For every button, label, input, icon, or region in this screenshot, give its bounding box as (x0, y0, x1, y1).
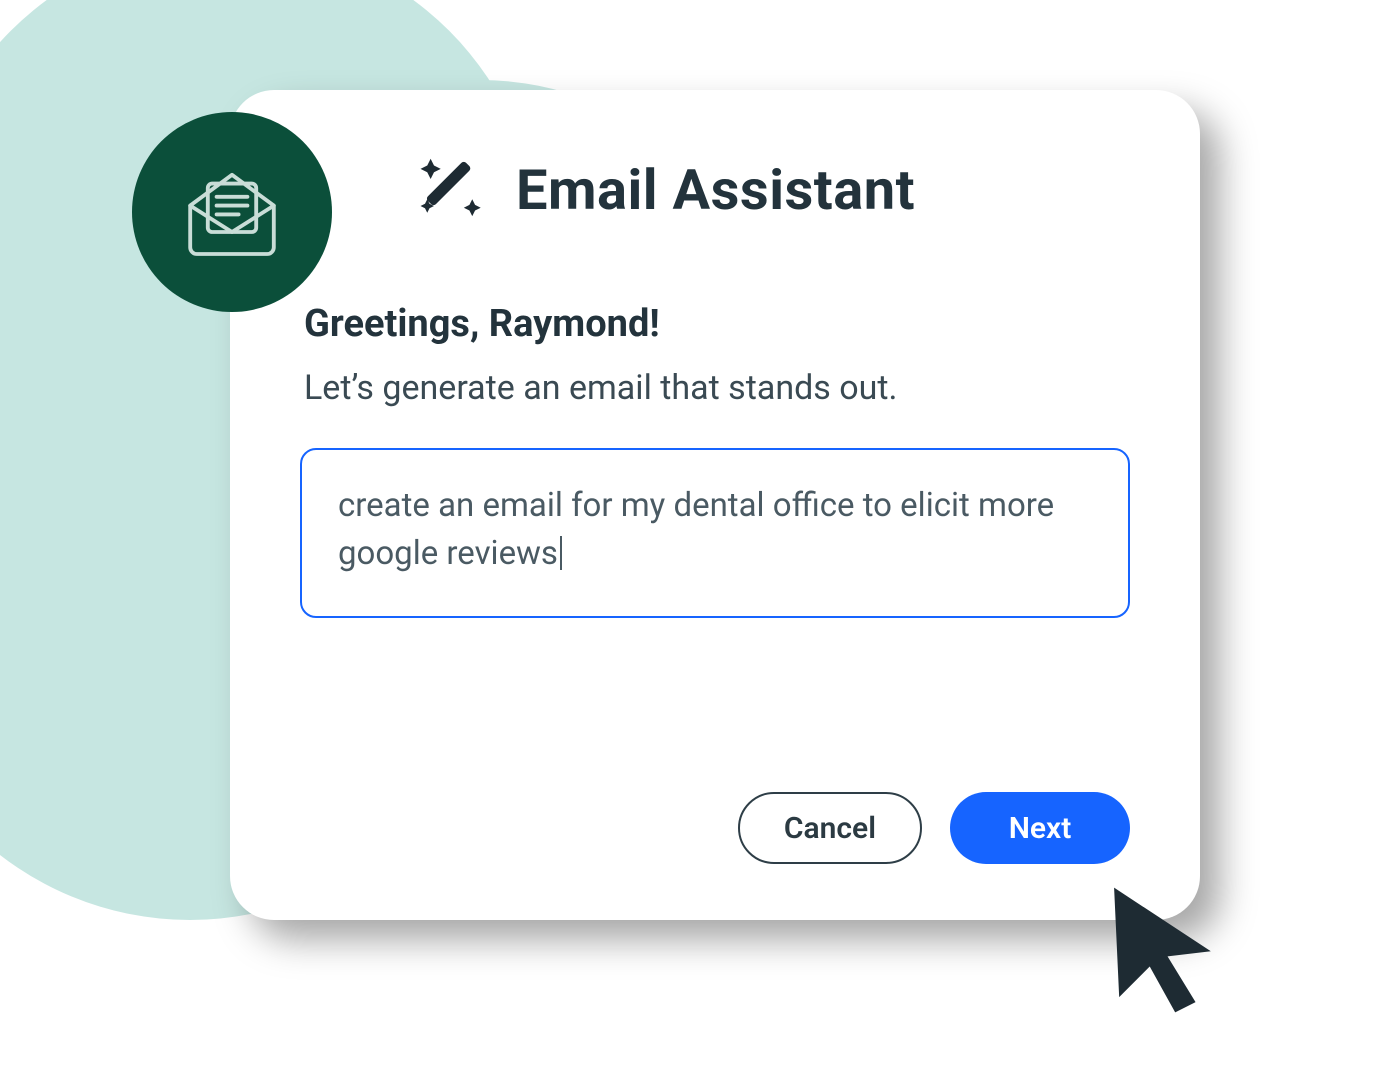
feature-badge (132, 112, 332, 312)
card-title: Email Assistant (516, 157, 915, 223)
open-envelope-icon (177, 155, 287, 269)
text-caret (560, 536, 562, 570)
magic-wand-icon (416, 152, 488, 228)
next-button[interactable]: Next (950, 792, 1130, 864)
subtitle-text: Let’s generate an email that stands out. (304, 368, 1130, 408)
button-row: Cancel Next (738, 792, 1130, 864)
greeting-text: Greetings, Raymond! (304, 302, 1130, 346)
cancel-button[interactable]: Cancel (738, 792, 922, 864)
prompt-input[interactable]: create an email for my dental office to … (300, 448, 1130, 618)
email-assistant-card: Email Assistant Greetings, Raymond! Let’… (230, 90, 1200, 920)
cursor-arrow-icon (1100, 880, 1230, 1024)
prompt-input-value: create an email for my dental office to … (338, 486, 1054, 573)
card-header: Email Assistant (416, 152, 1130, 228)
